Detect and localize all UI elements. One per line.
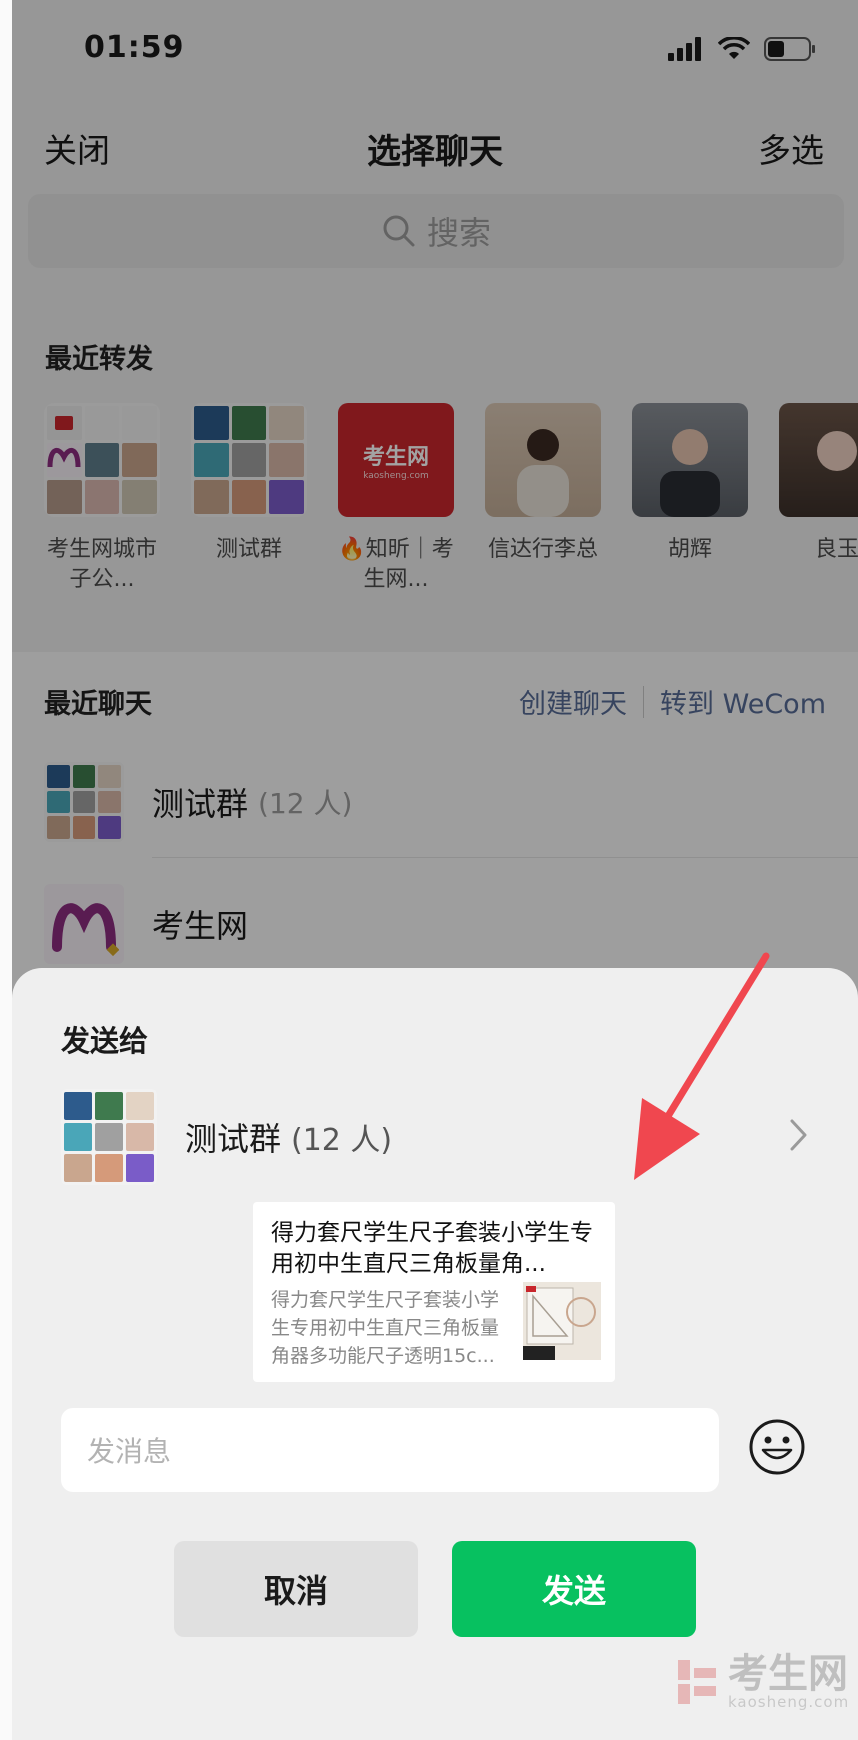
emoji-icon[interactable]: [748, 1418, 806, 1476]
group-avatar: [61, 1089, 157, 1185]
kaosheng-logo-icon: [678, 1660, 716, 1704]
sheet-title: 发送给: [61, 1024, 149, 1058]
watermark-brand: 考生网: [728, 1651, 848, 1697]
message-input[interactable]: 发消息: [61, 1408, 719, 1492]
target-name: 测试群: [185, 1120, 282, 1158]
annotation-arrow-icon: [634, 952, 770, 1180]
left-edge-strip: [0, 0, 12, 1740]
chevron-right-icon: [790, 1119, 807, 1151]
card-title: 得力套尺学生尺子套装小学生专用初中生直尺三角板量角...: [271, 1220, 593, 1277]
wechat-select-chat-screen: 01:59 选择聊天 关闭 多选 搜索 最近转发 考生网城市子公... 测试群 …: [12, 0, 858, 1740]
watermark-url: kaosheng.com: [728, 1693, 850, 1711]
target-member-count: (12 人): [291, 1123, 393, 1158]
kaosheng-watermark: 考生网 kaosheng.com: [676, 1654, 849, 1710]
cancel-button[interactable]: 取消: [174, 1541, 418, 1637]
product-thumbnail: [523, 1282, 601, 1360]
shared-link-card: 得力套尺学生尺子套装小学生专用初中生直尺三角板量角... 得力套尺学生尺子套装小…: [253, 1202, 615, 1382]
card-description: 得力套尺学生尺子套装小学生专用初中生直尺三角板量角器多功能尺子透明15c...: [271, 1289, 500, 1367]
message-placeholder: 发消息: [87, 1435, 172, 1468]
send-button[interactable]: 发送: [452, 1541, 696, 1637]
